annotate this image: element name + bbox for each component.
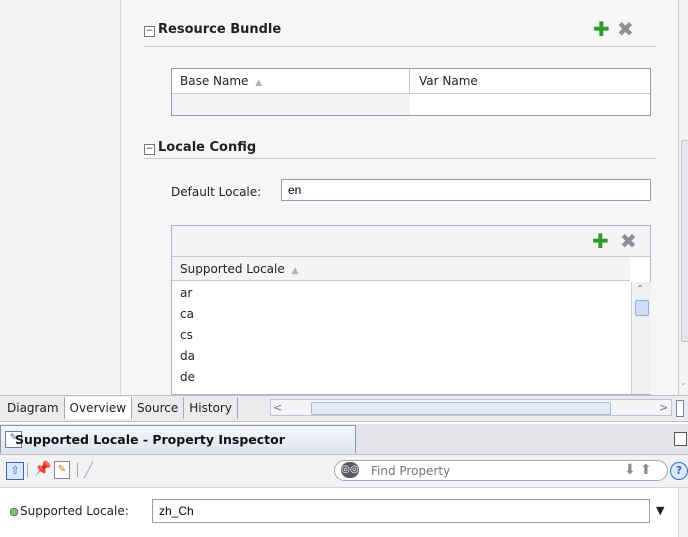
default-locale-field[interactable] bbox=[281, 179, 651, 201]
inspector-scrollbar[interactable] bbox=[678, 488, 688, 537]
find-previous-icon[interactable]: ⬆ bbox=[640, 462, 652, 478]
list-item[interactable]: ar bbox=[172, 283, 630, 304]
table-row-cell[interactable] bbox=[411, 94, 650, 115]
column-header-base-name[interactable]: Base Name ▲ bbox=[172, 69, 410, 93]
editor-scroll-thumb[interactable] bbox=[681, 140, 688, 342]
inspector-title: Supported Locale - Property Inspector bbox=[15, 432, 285, 447]
minimize-icon[interactable] bbox=[674, 432, 687, 446]
tab-source[interactable]: Source bbox=[132, 397, 185, 419]
add-locale-icon[interactable]: ✚ bbox=[592, 231, 609, 251]
column-header-supported-locale[interactable]: Supported Locale ▲ bbox=[172, 257, 630, 281]
list-item[interactable]: da bbox=[172, 346, 630, 367]
supported-locale-panel: ✚ ✖ Supported Locale ▲ ar ca cs da de ⌃ bbox=[171, 225, 651, 395]
supported-locale-toolbar: ✚ ✖ bbox=[172, 226, 650, 257]
toolbar-separator bbox=[77, 463, 78, 477]
sort-ascending-icon: ▲ bbox=[255, 78, 263, 88]
inspector-tab[interactable]: ✎ Supported Locale - Property Inspector bbox=[0, 425, 356, 453]
add-bundle-icon[interactable]: ✚ bbox=[593, 19, 610, 39]
split-pane-icon[interactable] bbox=[676, 400, 684, 417]
edit-properties-icon[interactable]: ✎ bbox=[54, 461, 70, 479]
supported-locale-list: ar ca cs da de bbox=[172, 283, 630, 388]
find-property-input[interactable] bbox=[371, 462, 581, 479]
resource-bundle-table: Base Name ▲ Var Name bbox=[171, 68, 651, 116]
scroll-up-icon[interactable]: ⌃ bbox=[636, 284, 644, 295]
delete-locale-icon[interactable]: ✖ bbox=[620, 231, 637, 251]
column-header-var-name[interactable]: Var Name bbox=[411, 69, 650, 93]
editor-horizontal-scrollbar[interactable]: < > bbox=[270, 399, 672, 416]
tab-overview[interactable]: Overview bbox=[64, 397, 133, 419]
sort-ascending-icon: ▲ bbox=[291, 266, 299, 276]
table-row[interactable] bbox=[172, 94, 410, 115]
resource-bundle-divider bbox=[144, 46, 656, 47]
editor-tabs: Diagram Overview Source History bbox=[2, 397, 238, 419]
default-locale-label: Default Locale: bbox=[171, 185, 262, 199]
scroll-down-icon[interactable]: ⌄ bbox=[680, 378, 687, 387]
editor-left-margin bbox=[0, 0, 121, 395]
base-name-label: Base Name bbox=[180, 74, 249, 88]
locale-config-collapse-toggle[interactable]: − bbox=[144, 144, 155, 155]
scroll-left-icon[interactable]: < bbox=[273, 400, 282, 415]
supported-locale-property-label: Supported Locale: bbox=[20, 504, 129, 518]
locale-config-title: Locale Config bbox=[158, 140, 257, 155]
chevron-down-icon[interactable]: ▼ bbox=[656, 504, 664, 517]
binoculars-icon: ◎◎ bbox=[341, 462, 359, 478]
inspector-body: Supported Locale: ▼ bbox=[0, 488, 688, 537]
list-item[interactable]: de bbox=[172, 367, 630, 388]
supported-locale-property-field[interactable] bbox=[152, 499, 650, 523]
overview-content: − Resource Bundle ✚ ✖ Base Name ▲ Var Na… bbox=[121, 0, 678, 395]
find-next-icon[interactable]: ⬇ bbox=[624, 462, 636, 478]
tab-diagram[interactable]: Diagram bbox=[2, 397, 65, 419]
find-property-search[interactable]: ◎◎ ⬇ ⬆ bbox=[334, 460, 668, 481]
pin-icon[interactable]: 📌 bbox=[34, 461, 51, 477]
editor-area: − Resource Bundle ✚ ✖ Base Name ▲ Var Na… bbox=[0, 0, 688, 395]
delete-bundle-icon[interactable]: ✖ bbox=[617, 19, 634, 39]
tab-history[interactable]: History bbox=[184, 397, 238, 419]
resource-bundle-collapse-toggle[interactable]: − bbox=[144, 26, 155, 37]
var-name-label: Var Name bbox=[419, 74, 478, 88]
locale-config-divider bbox=[144, 158, 656, 159]
resource-bundle-title: Resource Bundle bbox=[158, 22, 282, 37]
list-item[interactable]: cs bbox=[172, 325, 630, 346]
inspector-toolbar: ⇧ 📌 ✎ ╱ ◎◎ ⬇ ⬆ ? bbox=[0, 455, 688, 488]
go-up-icon[interactable]: ⇧ bbox=[6, 462, 24, 480]
supported-locale-header-label: Supported Locale bbox=[180, 262, 285, 276]
pencil-icon: ╱ bbox=[84, 461, 94, 479]
editor-tab-bar: Diagram Overview Source History < > bbox=[0, 395, 688, 422]
table-header-row: Base Name ▲ Var Name bbox=[172, 69, 650, 94]
horizontal-scroll-thumb[interactable] bbox=[311, 402, 611, 415]
property-status-icon bbox=[10, 508, 18, 516]
help-icon[interactable]: ? bbox=[670, 462, 688, 480]
toolbar-separator bbox=[27, 463, 28, 477]
list-scroll-thumb[interactable] bbox=[635, 300, 649, 316]
editor-vertical-scrollbar[interactable]: ⌄ bbox=[678, 0, 688, 395]
list-scrollbar[interactable]: ⌃ bbox=[631, 282, 651, 394]
scroll-right-icon[interactable]: > bbox=[659, 400, 668, 415]
list-item[interactable]: ca bbox=[172, 304, 630, 325]
